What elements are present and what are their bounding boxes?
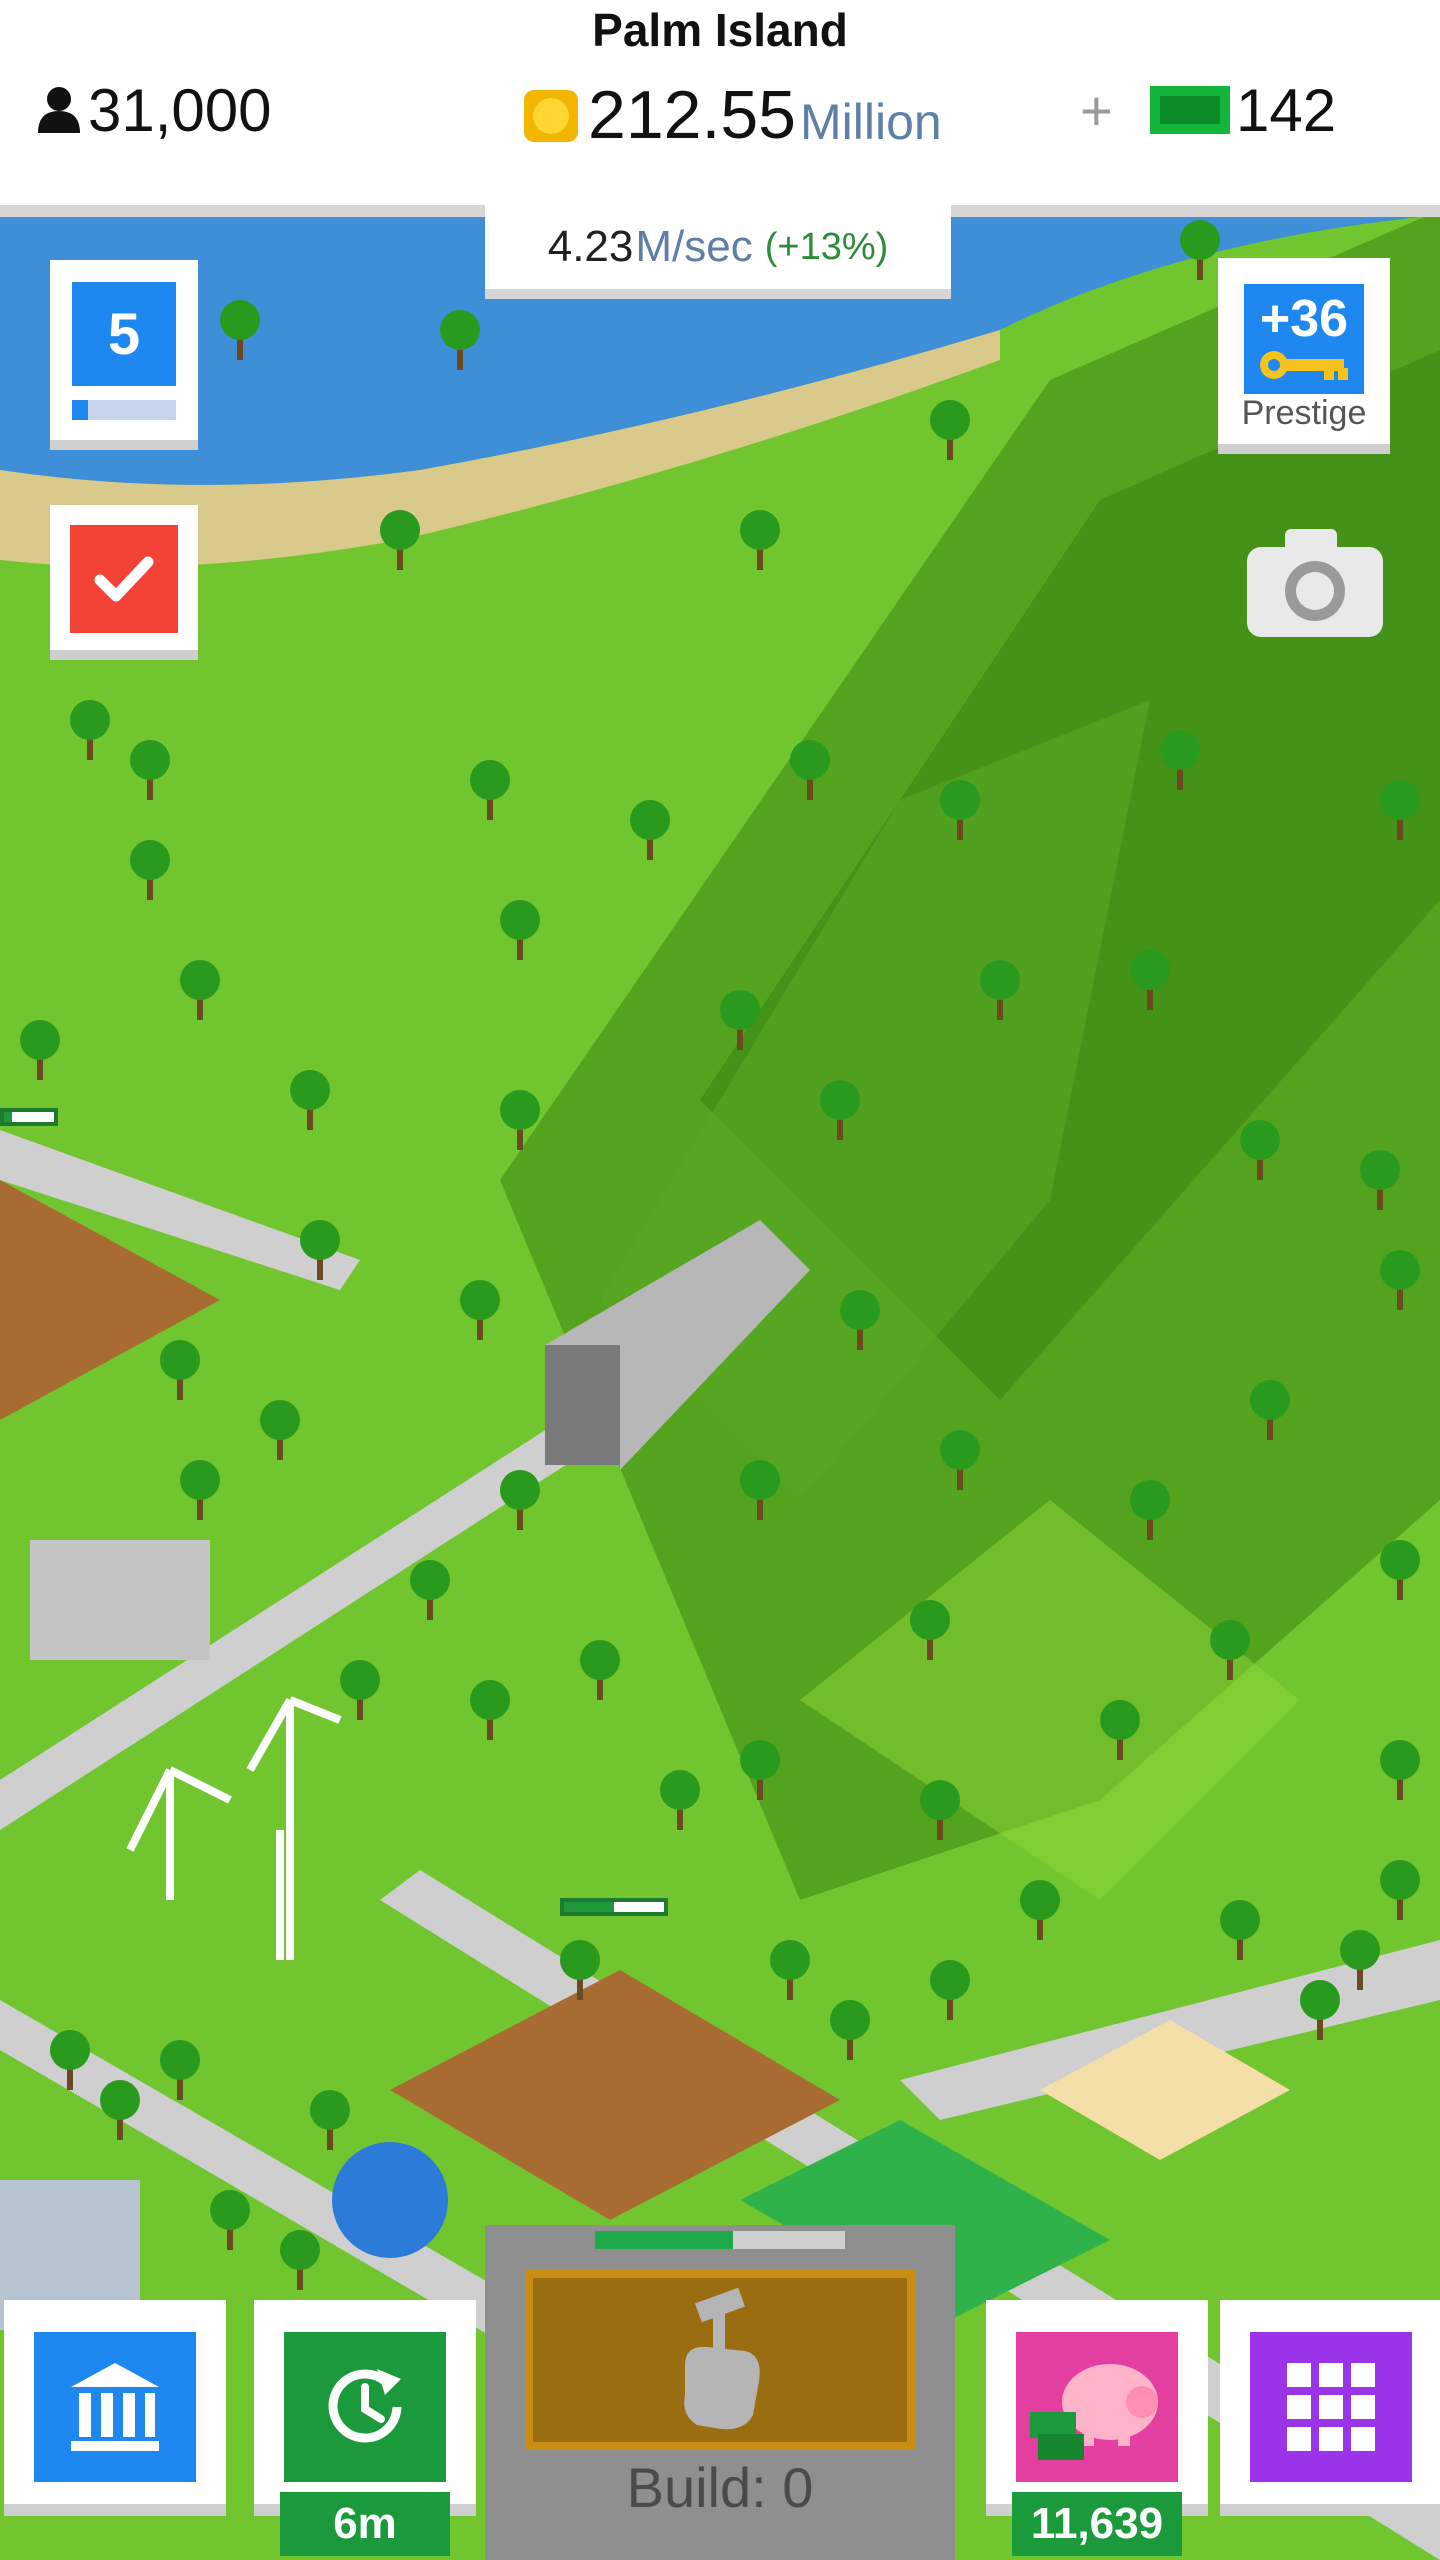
income-bonus: (+13%) <box>764 225 889 268</box>
level-progress-bar <box>72 400 176 420</box>
build-icon-box <box>525 2270 915 2450</box>
checkmark-icon <box>94 556 154 602</box>
income-value: 4.23 <box>547 222 634 271</box>
income-rate: 4.23 M/sec (+13%) <box>485 205 951 299</box>
coins-counter: 212.55 Million <box>520 70 942 160</box>
level-number: 5 <box>72 282 176 386</box>
add-cash-button[interactable]: + <box>1080 70 1113 150</box>
build-progress-fill <box>595 2231 733 2249</box>
coin-icon <box>524 90 578 142</box>
coins-value: 212.55 <box>588 77 796 153</box>
menu-button[interactable] <box>1220 2300 1440 2516</box>
tasks-icon-box <box>70 525 178 633</box>
build-progress-bar <box>595 2231 845 2249</box>
clock-refresh-icon <box>328 2369 402 2443</box>
island-name: Palm Island <box>592 4 848 56</box>
building-progress-bar <box>0 1108 58 1126</box>
piggy-value: 11,639 <box>1012 2492 1182 2556</box>
prestige-button[interactable]: +36 Prestige <box>1218 258 1390 454</box>
level-button[interactable]: 5 <box>50 260 198 450</box>
level-progress-fill <box>72 400 88 420</box>
tasks-button[interactable] <box>50 505 198 660</box>
person-icon <box>38 87 80 133</box>
key-icon <box>1260 351 1348 380</box>
top-hud: Palm Island 31,000 212.55 Million + 142 <box>0 0 1440 217</box>
prestige-icon-box: +36 <box>1244 284 1364 394</box>
building-progress-fill <box>4 1112 12 1122</box>
piggy-bank-icon <box>1030 2364 1158 2460</box>
piggy-icon-box <box>1016 2332 1178 2482</box>
grid-menu-icon <box>1287 2363 1375 2451</box>
income-unit: M/sec <box>635 222 753 271</box>
bank-icon-box <box>34 2332 196 2482</box>
coins-unit: Million <box>799 94 942 150</box>
piggy-bank-button[interactable]: 11,639 <box>986 2300 1208 2556</box>
cash-counter: 142 <box>1148 70 1336 150</box>
bank-button[interactable] <box>4 2300 226 2516</box>
building-progress-bar <box>560 1898 668 1916</box>
menu-icon-box <box>1250 2332 1412 2482</box>
hammer-hand-icon <box>684 2287 760 2430</box>
boost-timer: 6m <box>280 2492 450 2556</box>
cash-value: 142 <box>1236 76 1337 144</box>
building-progress-fill <box>564 1902 614 1912</box>
build-button[interactable]: Build: 0 <box>485 2225 955 2560</box>
population-value: 31,000 <box>88 76 272 144</box>
bank-icon <box>71 2363 159 2451</box>
boost-icon-box <box>284 2332 446 2482</box>
build-label: Build: 0 <box>626 2456 814 2519</box>
boost-button[interactable]: 6m <box>254 2300 476 2556</box>
population-counter: 31,000 <box>36 70 272 150</box>
cash-icon <box>1150 86 1230 134</box>
prestige-amount: +36 <box>1259 290 1349 348</box>
prestige-label: Prestige <box>1241 394 1367 432</box>
camera-icon[interactable] <box>1245 525 1385 640</box>
